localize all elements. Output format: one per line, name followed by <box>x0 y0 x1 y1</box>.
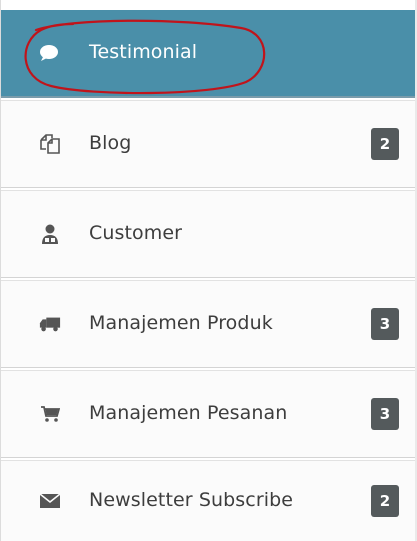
menu-label-manajemen-pesanan: Manajemen Pesanan <box>89 402 288 424</box>
menu-label-testimonial: Testimonial <box>89 41 198 63</box>
truck-icon <box>39 313 61 335</box>
envelope-icon <box>39 490 61 512</box>
user-icon <box>39 223 61 245</box>
badge-count: 3 <box>371 398 399 430</box>
menu-label-customer: Customer <box>89 222 183 244</box>
badge-count: 2 <box>371 128 399 160</box>
menu-item-newsletter-subscribe[interactable]: Newsletter Subscribe 2 <box>1 460 417 541</box>
comment-icon <box>38 42 60 64</box>
menu-item-customer[interactable]: Customer <box>1 190 417 278</box>
menu-item-manajemen-produk[interactable]: Manajemen Produk 3 <box>1 280 417 368</box>
menu-item-blog[interactable]: Blog 2 <box>1 100 417 188</box>
sidebar-menu: Testimonial Blog 2 Customer Manajemen Pr… <box>0 0 417 541</box>
cart-icon <box>39 403 61 425</box>
badge-count: 3 <box>371 308 399 340</box>
menu-label-blog: Blog <box>89 132 132 154</box>
menu-label-manajemen-produk: Manajemen Produk <box>89 312 273 334</box>
menu-item-manajemen-pesanan[interactable]: Manajemen Pesanan 3 <box>1 370 417 458</box>
menu-item-testimonial[interactable]: Testimonial <box>1 10 417 98</box>
copy-icon <box>39 133 61 155</box>
badge-count: 2 <box>371 485 399 517</box>
menu-label-newsletter-subscribe: Newsletter Subscribe <box>89 489 294 511</box>
